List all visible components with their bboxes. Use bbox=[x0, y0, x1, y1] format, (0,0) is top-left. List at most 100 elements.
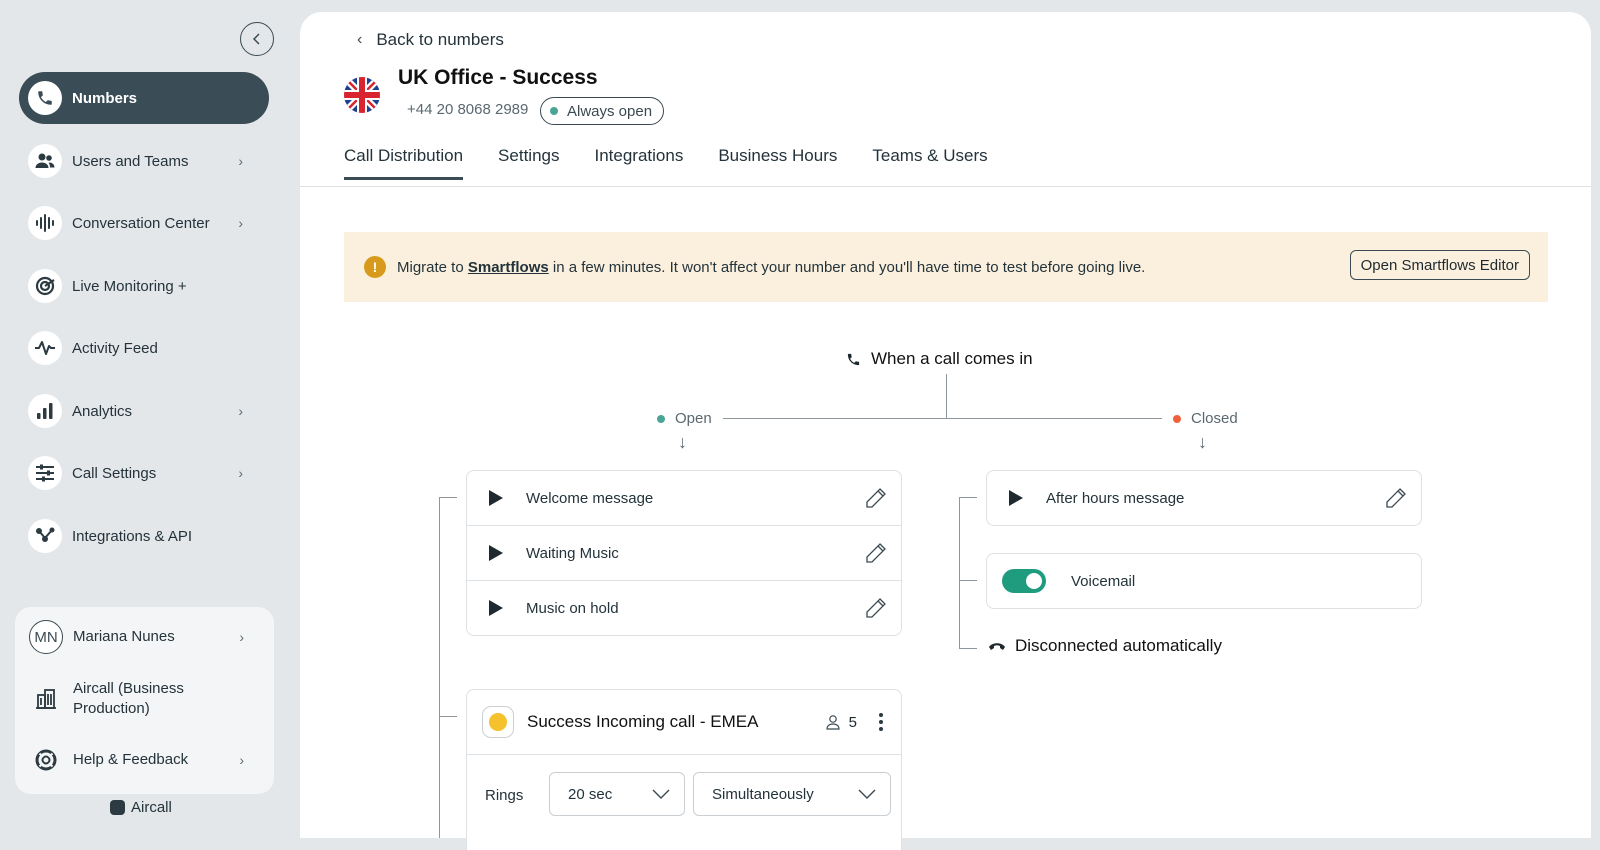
tab-business-hours[interactable]: Business Hours bbox=[718, 146, 837, 180]
branch-closed: Closed bbox=[1173, 410, 1238, 427]
voicemail-label: Voicemail bbox=[1071, 572, 1136, 590]
banner-text: Migrate to Smartflows in a few minutes. … bbox=[397, 258, 1146, 276]
trigger-label: When a call comes in bbox=[871, 349, 1033, 368]
chevron-right-icon: › bbox=[238, 215, 243, 231]
sidebar-item-numbers[interactable]: Numbers bbox=[19, 72, 269, 124]
phone-icon bbox=[846, 352, 861, 367]
play-icon[interactable] bbox=[1009, 490, 1023, 506]
tab-bar: Call Distribution Settings Integrations … bbox=[344, 146, 1023, 180]
tab-integrations[interactable]: Integrations bbox=[594, 146, 683, 180]
disconnect-step: Disconnected automatically bbox=[988, 636, 1222, 656]
account-card: MN Mariana Nunes › Aircall (Business Prod… bbox=[15, 607, 274, 794]
tab-teams-users[interactable]: Teams & Users bbox=[872, 146, 987, 180]
chevron-left-icon: ‹ bbox=[357, 31, 363, 48]
message-label: Music on hold bbox=[526, 599, 619, 617]
building-icon bbox=[29, 682, 63, 716]
team-member-count: 5 bbox=[848, 713, 857, 731]
arrow-down-icon: ↓ bbox=[678, 432, 687, 452]
status-badge: Always open bbox=[540, 97, 665, 125]
pencil-icon[interactable] bbox=[865, 542, 887, 564]
chevron-left-icon bbox=[252, 33, 260, 45]
aircall-logo-icon bbox=[110, 800, 125, 815]
sidebar-item-live-monitoring[interactable]: Live Monitoring + bbox=[19, 260, 269, 312]
sidebar-item-activity-feed[interactable]: Activity Feed bbox=[19, 322, 269, 374]
arrow-down-icon: ↓ bbox=[1198, 432, 1207, 452]
list-item: Welcome message bbox=[467, 471, 901, 525]
back-to-numbers-link[interactable]: ‹ Back to numbers bbox=[357, 30, 504, 50]
connector-line bbox=[959, 497, 960, 648]
waveform-icon bbox=[28, 206, 62, 240]
message-label: Waiting Music bbox=[526, 544, 619, 562]
closed-label: Closed bbox=[1191, 410, 1238, 427]
open-messages-card: Welcome message Waiting Music Music on h… bbox=[466, 470, 902, 636]
pencil-icon[interactable] bbox=[865, 597, 887, 619]
message-label: Welcome message bbox=[526, 489, 654, 507]
sidebar-item-call-settings[interactable]: Call Settings › bbox=[19, 447, 269, 499]
collapse-sidebar-button[interactable] bbox=[240, 22, 274, 56]
brand-name: Aircall bbox=[131, 799, 172, 816]
chevron-right-icon: › bbox=[238, 153, 243, 169]
pencil-icon[interactable] bbox=[1385, 487, 1407, 509]
smartflows-link[interactable]: Smartflows bbox=[468, 259, 549, 276]
sidebar-item-label: Integrations & API bbox=[72, 527, 193, 545]
after-hours-card: After hours message bbox=[986, 470, 1422, 526]
team-name: Success Incoming call - EMEA bbox=[527, 712, 759, 731]
more-vertical-icon[interactable] bbox=[879, 713, 883, 731]
play-icon[interactable] bbox=[489, 490, 503, 506]
chevron-right-icon: › bbox=[238, 403, 243, 419]
sidebar-item-integrations-api[interactable]: Integrations & API bbox=[19, 510, 269, 562]
list-item: Voicemail bbox=[987, 554, 1421, 608]
play-icon[interactable] bbox=[489, 600, 503, 616]
user-name: Mariana Nunes bbox=[73, 628, 175, 645]
sidebar-item-users-and-teams[interactable]: Users and Teams › bbox=[19, 135, 269, 187]
chevron-right-icon: › bbox=[239, 629, 244, 645]
open-dot bbox=[657, 414, 665, 423]
divider bbox=[467, 754, 901, 755]
company-name: Aircall (Business Production) bbox=[73, 680, 184, 717]
connector-line bbox=[439, 497, 440, 838]
team-header: Success Incoming call - EMEA 5 bbox=[467, 690, 901, 754]
tabs-divider bbox=[300, 186, 1591, 187]
sidebar-item-label: Call Settings bbox=[72, 464, 157, 482]
phone-number: +44 20 8068 2989 bbox=[407, 101, 529, 118]
status-dot bbox=[550, 107, 558, 115]
smartflows-banner: ! Migrate to Smartflows in a few minutes… bbox=[344, 232, 1548, 302]
sidebar-item-label: Users and Teams bbox=[72, 152, 189, 170]
chevron-right-icon: › bbox=[238, 465, 243, 481]
sidebar-item-label: Activity Feed bbox=[72, 339, 158, 357]
sidebar-item-conversation-center[interactable]: Conversation Center › bbox=[19, 197, 269, 249]
connector-line bbox=[959, 497, 977, 498]
connector-line bbox=[946, 374, 947, 419]
user-profile-item[interactable]: MN Mariana Nunes › bbox=[15, 620, 274, 654]
user-icon bbox=[825, 714, 841, 730]
play-icon[interactable] bbox=[489, 545, 503, 561]
voicemail-card: Voicemail bbox=[986, 553, 1422, 609]
hang-up-icon bbox=[988, 640, 1006, 652]
pencil-icon[interactable] bbox=[865, 487, 887, 509]
closed-dot bbox=[1173, 414, 1181, 423]
company-item[interactable]: Aircall (Business Production) bbox=[15, 677, 274, 721]
tab-call-distribution[interactable]: Call Distribution bbox=[344, 146, 464, 180]
tab-settings[interactable]: Settings bbox=[498, 146, 559, 180]
sidebar-item-label: Numbers bbox=[72, 89, 138, 107]
users-icon bbox=[28, 144, 62, 178]
list-item: After hours message bbox=[987, 471, 1421, 525]
rings-label: Rings bbox=[485, 787, 524, 804]
ring-duration-select[interactable]: 20 sec bbox=[549, 772, 685, 816]
team-group-card: Success Incoming call - EMEA 5 Rings 20 … bbox=[466, 689, 902, 850]
connector-line bbox=[439, 716, 457, 717]
brand-footer: Aircall bbox=[110, 799, 172, 816]
open-smartflows-editor-button[interactable]: Open Smartflows Editor bbox=[1349, 250, 1530, 280]
branch-open: Open bbox=[657, 410, 712, 427]
sidebar-item-analytics[interactable]: Analytics › bbox=[19, 385, 269, 437]
uk-flag-icon bbox=[344, 77, 380, 118]
list-item: Music on hold bbox=[467, 581, 901, 635]
bar-chart-icon bbox=[28, 394, 62, 428]
voicemail-toggle[interactable] bbox=[1002, 569, 1046, 593]
help-feedback-item[interactable]: Help & Feedback › bbox=[15, 743, 274, 777]
sliders-icon bbox=[28, 456, 62, 490]
lifebuoy-icon bbox=[29, 743, 63, 777]
connector-line bbox=[959, 648, 977, 649]
ring-mode-select[interactable]: Simultaneously bbox=[693, 772, 891, 816]
connector-line bbox=[723, 418, 1162, 419]
